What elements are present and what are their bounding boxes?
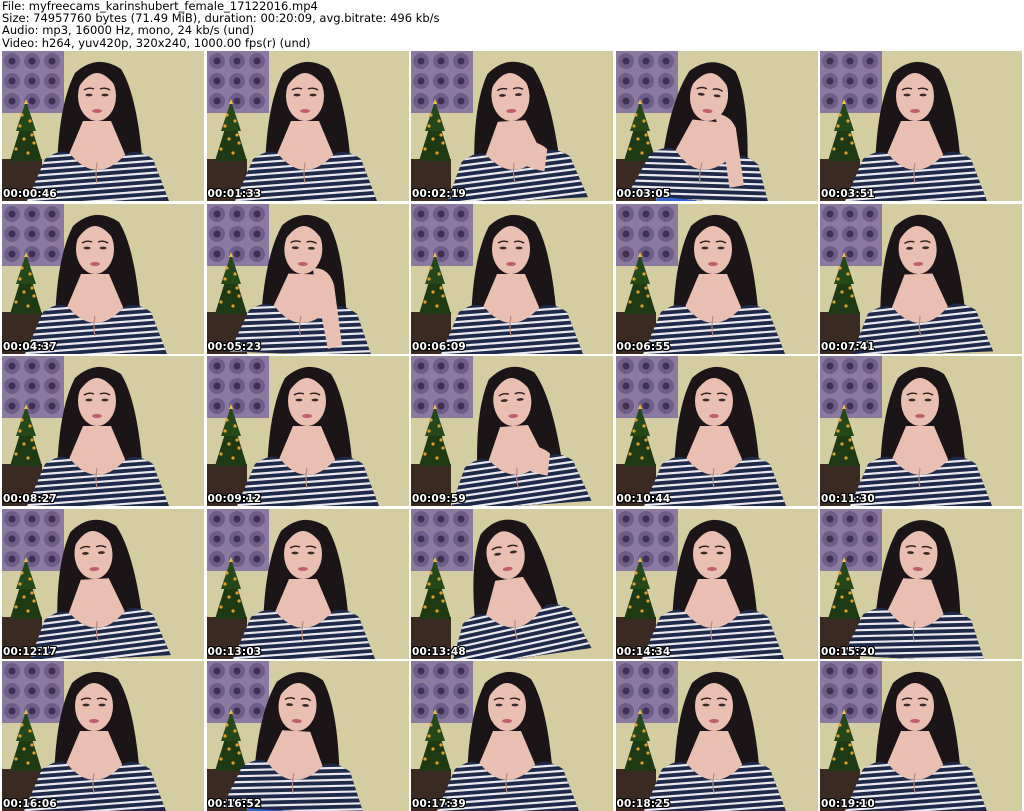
timestamp-label: 00:08:27 (3, 493, 57, 505)
thumbnail-frame (615, 203, 818, 354)
thumbnail-frame (411, 661, 613, 811)
video-thumbnail: 00:11:30 (820, 356, 1022, 506)
video-thumbnail: 00:18:25 (615, 661, 818, 811)
video-thumbnail: 00:06:09 (411, 203, 613, 354)
thumbnail-frame (2, 661, 204, 811)
video-thumbnail: 00:07:41 (820, 203, 1022, 354)
timestamp-label: 00:06:55 (616, 340, 671, 353)
timestamp-label: 00:13:48 (412, 645, 466, 658)
thumbnail-frame (206, 508, 409, 659)
thumbnail-frame (411, 51, 613, 201)
timestamp-label: 00:13:03 (207, 645, 262, 658)
thumbnail-frame (820, 356, 1022, 506)
timestamp-label: 00:04:37 (3, 340, 57, 353)
video-thumbnail: 00:01:33 (206, 51, 409, 201)
timestamp-label: 00:01:33 (207, 188, 262, 200)
video-thumbnail: 00:14:34 (615, 508, 818, 659)
timestamp-label: 00:07:41 (821, 340, 875, 353)
thumbnail-frame (2, 356, 204, 506)
thumbnail-frame (820, 203, 1022, 354)
video-thumbnail: 00:12:17 (2, 508, 204, 659)
thumbnail-frame (820, 51, 1022, 201)
video-thumbnail: 00:08:27 (2, 356, 204, 506)
video-info-line: Video: h264, yuv420p, 320x240, 1000.00 f… (2, 35, 311, 50)
thumbnail-frame (820, 661, 1022, 811)
video-thumbnail: 00:15:20 (820, 508, 1022, 659)
video-thumbnail: 00:13:48 (411, 508, 613, 659)
thumbnail-frame (206, 203, 409, 354)
video-thumbnail: 00:09:59 (411, 356, 613, 506)
thumbnail-frame (615, 661, 818, 811)
thumbnail-frame (2, 508, 204, 659)
timestamp-label: 00:17:39 (412, 798, 466, 810)
video-thumbnail: 00:02:19 (411, 51, 613, 201)
timestamp-label: 00:12:17 (3, 645, 57, 658)
timestamp-label: 00:03:05 (616, 188, 671, 200)
video-thumbnail: 00:06:55 (615, 203, 818, 354)
thumbnail-frame (820, 508, 1022, 659)
video-thumbnail: 00:00:46 (2, 51, 204, 201)
video-thumbnail: 00:16:52 (206, 661, 409, 811)
timestamp-label: 00:09:59 (412, 493, 466, 505)
audio-info-line: Audio: mp3, 16000 Hz, mono, 24 kb/s (und… (2, 23, 255, 38)
thumbnail-frame (615, 356, 818, 506)
video-thumbnail: 00:03:05 (615, 51, 818, 201)
timestamp-label: 00:00:46 (3, 188, 57, 200)
timestamp-label: 00:05:23 (207, 340, 262, 353)
thumbnail-frame (411, 508, 613, 659)
video-thumbnail: 00:03:51 (820, 51, 1022, 201)
thumbnail-frame (2, 203, 204, 354)
thumbnail-frame (206, 356, 409, 506)
timestamp-label: 00:18:25 (616, 798, 671, 810)
thumbnail-frame (411, 356, 613, 506)
timestamp-label: 00:11:30 (821, 493, 875, 505)
video-thumbnail: 00:19:10 (820, 661, 1022, 811)
thumbnail-grid: 00:00:46 00:01:33 00:02:19 00:03:05 00:03:51… (2, 51, 1022, 811)
timestamp-label: 00:16:52 (207, 798, 262, 810)
thumbnail-frame (615, 51, 818, 201)
video-thumbnail: 00:17:39 (411, 661, 613, 811)
thumbnail-frame (615, 508, 818, 659)
video-thumbnail: 00:09:12 (206, 356, 409, 506)
thumbnail-frame (2, 51, 204, 201)
timestamp-label: 00:10:44 (616, 493, 671, 505)
video-thumbnail: 00:05:23 (206, 203, 409, 354)
timestamp-label: 00:02:19 (412, 188, 466, 200)
video-thumbnail: 00:16:06 (2, 661, 204, 811)
timestamp-label: 00:14:34 (616, 645, 671, 658)
video-thumbnail: 00:04:37 (2, 203, 204, 354)
thumbnail-frame (206, 51, 409, 201)
timestamp-label: 00:06:09 (412, 340, 466, 353)
timestamp-label: 00:19:10 (821, 798, 875, 810)
video-thumbnail: 00:13:03 (206, 508, 409, 659)
thumbnail-frame (411, 203, 613, 354)
video-thumbnail: 00:10:44 (615, 356, 818, 506)
timestamp-label: 00:15:20 (821, 645, 875, 658)
timestamp-label: 00:16:06 (3, 798, 57, 810)
file-info-header: File: myfreecams_karinshubert_female_171… (2, 0, 1022, 50)
timestamp-label: 00:03:51 (821, 188, 875, 200)
timestamp-label: 00:09:12 (207, 493, 262, 505)
thumbnail-frame (206, 661, 409, 811)
